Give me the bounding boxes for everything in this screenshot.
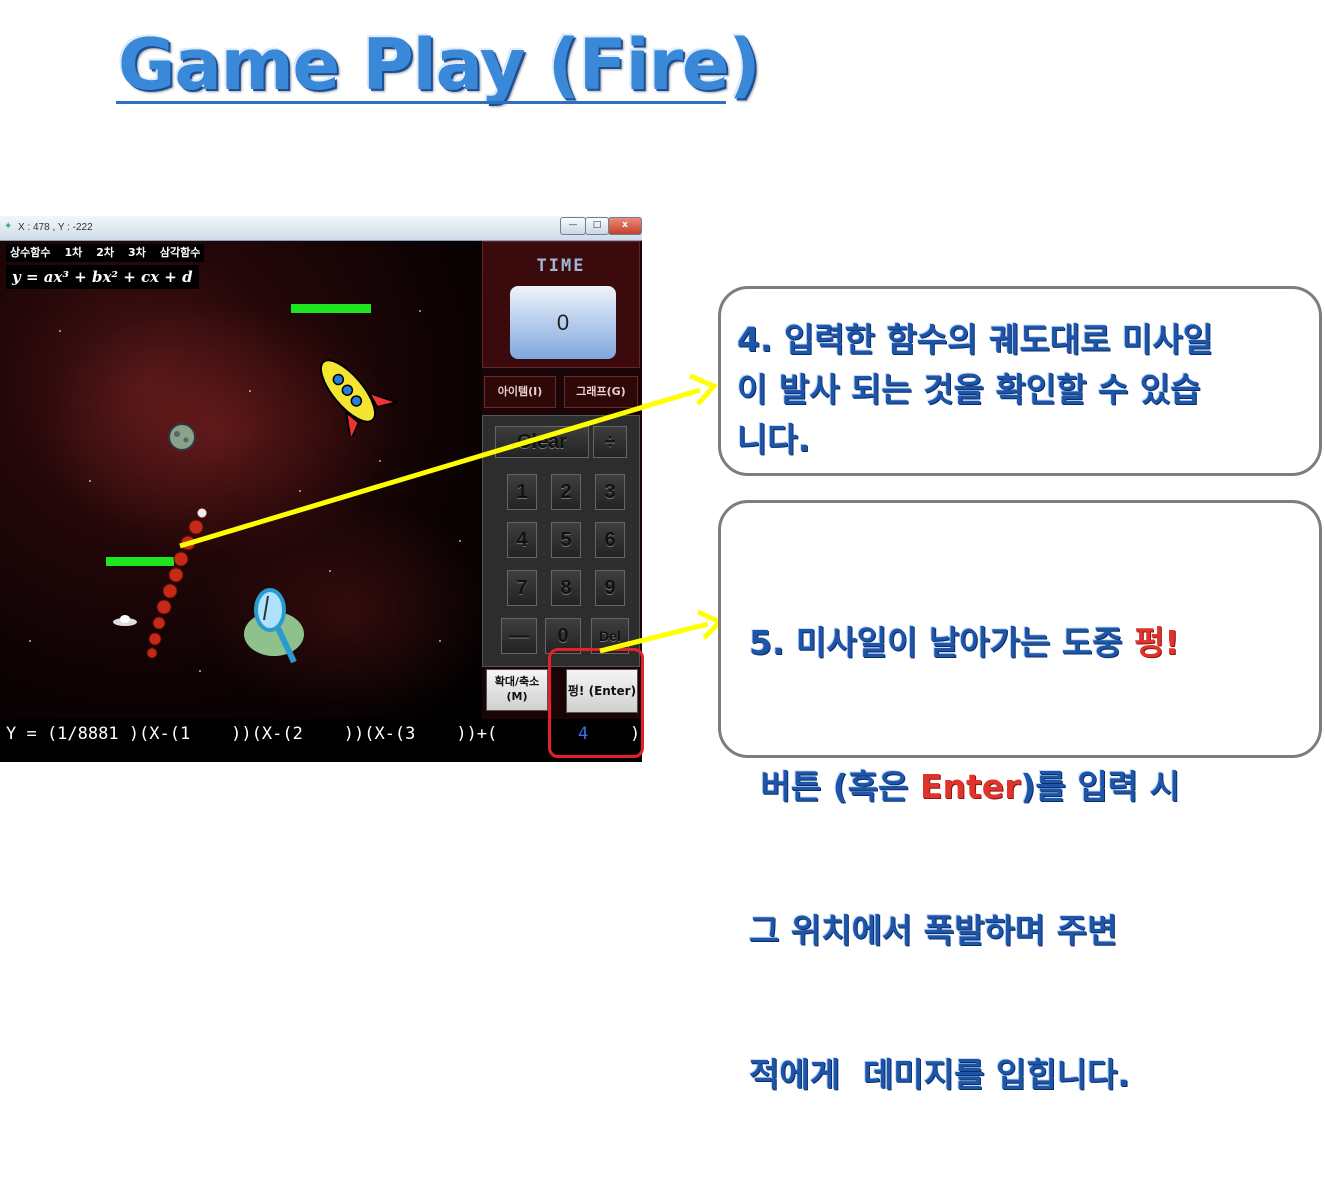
key-1[interactable]: 1	[507, 474, 537, 510]
window-title: X : 478 , Y : -222	[18, 222, 93, 233]
close-button[interactable]: x	[608, 217, 642, 235]
key-2[interactable]: 2	[551, 474, 581, 510]
enter-word: Enter	[920, 767, 1021, 806]
mirror-item-icon	[244, 588, 304, 664]
item-button[interactable]: 아이템(I)	[484, 376, 556, 408]
minus-key[interactable]: —	[501, 618, 537, 654]
step4-line: 4. 입력한 함수의 궤도대로 미사일	[737, 320, 1214, 359]
equation-text: Y = (1/8881 )(X-(1 ))(X-(2 ))(X-(3 ))+(	[6, 724, 498, 744]
key-4[interactable]: 4	[507, 522, 537, 558]
asteroid-icon	[168, 423, 196, 451]
minimize-button[interactable]: —	[560, 217, 586, 235]
step4-line: 니다.	[737, 420, 811, 459]
key-3[interactable]: 3	[595, 474, 625, 510]
step5-line2a: 버튼 (혹은	[749, 767, 920, 806]
fire-button-highlight	[548, 648, 644, 758]
key-7[interactable]: 7	[507, 570, 537, 606]
step4-line: 이 발사 되는 것을 확인할 수 있습	[737, 370, 1201, 409]
step5-text: 5. 미사일이 날아가는 도중 펑! 버튼 (혹은 Enter)를 입력 시 그…	[749, 523, 1180, 1195]
key-5[interactable]: 5	[551, 522, 581, 558]
step5-line4: 적에게 데미지를 입힙니다.	[749, 1055, 1130, 1094]
callout-step4: 4. 입력한 함수의 궤도대로 미사일 이 발사 되는 것을 확인할 수 있습 …	[718, 286, 1322, 476]
time-label: TIME	[536, 256, 586, 276]
step5-line1: 5. 미사일이 날아가는 도중	[749, 623, 1135, 662]
key-9[interactable]: 9	[595, 570, 625, 606]
window-titlebar[interactable]: ✦ X : 478 , Y : -222 — □ x	[0, 216, 642, 241]
key-8[interactable]: 8	[551, 570, 581, 606]
equation-input[interactable]: Y = (1/8881 )(X-(1 ))(X-(2 ))(X-(3 ))+( …	[0, 719, 642, 762]
time-panel: TIME 0	[482, 241, 640, 368]
menu-item-linear[interactable]: 1차	[64, 244, 82, 262]
step4-text: 4. 입력한 함수의 궤도대로 미사일 이 발사 되는 것을 확인할 수 있습 …	[737, 315, 1213, 465]
rocket-enemy-icon	[320, 359, 398, 436]
graph-button[interactable]: 그래프(G)	[564, 376, 638, 408]
game-window: ✦ X : 478 , Y : -222 — □ x 상수함수 1차 2차 3차…	[0, 216, 642, 762]
menu-item-cubic[interactable]: 3차	[128, 244, 146, 262]
function-menu: 상수함수 1차 2차 3차 삼각함수	[6, 244, 205, 262]
fire-word: 펑!	[1134, 623, 1180, 662]
keypad: Clear ÷ 1 2 3 4 5 6 7 8 9 — 0 Del	[482, 415, 640, 667]
key-6[interactable]: 6	[595, 522, 625, 558]
menu-item-quadratic[interactable]: 2차	[96, 244, 114, 262]
clear-key[interactable]: Clear	[495, 426, 589, 458]
app-icon: ✦	[4, 221, 13, 232]
game-canvas[interactable]: 상수함수 1차 2차 3차 삼각함수 y = ax³ + bx² + cx + …	[0, 241, 482, 719]
callout-step5: 5. 미사일이 날아가는 도중 펑! 버튼 (혹은 Enter)를 입력 시 그…	[718, 500, 1322, 1094]
maximize-button[interactable]: □	[585, 217, 609, 235]
slide-title: Game Play (Fire)	[118, 24, 761, 106]
time-display: 0	[510, 286, 616, 359]
zoom-button[interactable]: 확대/축소 (M)	[486, 669, 548, 711]
function-formula: y = ax³ + bx² + cx + d	[6, 265, 199, 289]
enemy-health-bar	[291, 304, 371, 313]
step5-line2b: )를 입력 시	[1020, 767, 1180, 806]
step5-line3: 그 위치에서 폭발하며 주변	[749, 911, 1118, 950]
menu-item-constant[interactable]: 상수함수	[10, 244, 50, 262]
title-underline	[116, 101, 726, 104]
missile-trail	[146, 507, 208, 659]
divide-key[interactable]: ÷	[593, 426, 627, 458]
ufo-icon	[113, 615, 137, 626]
menu-item-trig[interactable]: 삼각함수	[160, 244, 200, 262]
